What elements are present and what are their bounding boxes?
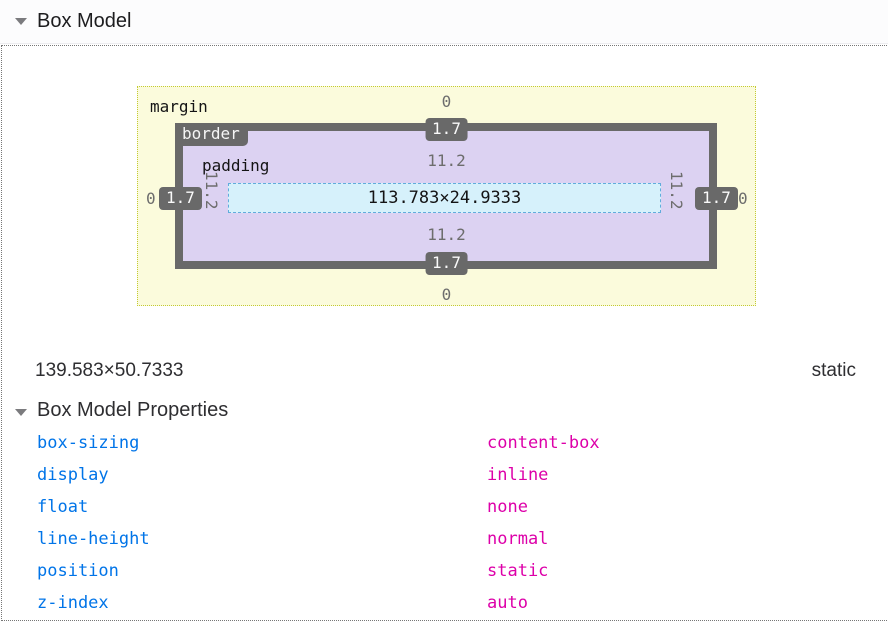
border-bottom-value[interactable]: 1.7 [425,252,468,275]
property-row: display inline [0,465,888,487]
padding-right-value[interactable]: 11.2 [666,171,686,210]
element-position: static [812,360,856,382]
property-value-display: inline [487,465,548,485]
content-box[interactable]: 113.783×24.9333 [228,183,661,213]
content-dimensions: 113.783×24.9333 [368,188,522,208]
property-value-box-sizing: content-box [487,433,600,453]
property-row: position static [0,561,888,583]
property-name-z-index[interactable]: z-index [37,593,109,613]
property-name-line-height[interactable]: line-height [37,529,150,549]
property-row: box-sizing content-box [0,433,888,455]
chevron-down-icon[interactable] [15,409,27,416]
border-right-value[interactable]: 1.7 [695,187,738,210]
property-value-position: static [487,561,548,581]
property-value-line-height: normal [487,529,548,549]
margin-bottom-value[interactable]: 0 [137,285,756,305]
element-dimensions: 139.583×50.7333 [35,360,183,382]
margin-top-value[interactable]: 0 [137,92,756,112]
property-name-position[interactable]: position [37,561,119,581]
property-row: line-height normal [0,529,888,551]
box-model-properties-header[interactable]: Box Model Properties [0,399,228,422]
border-left-value[interactable]: 1.7 [159,187,202,210]
box-model-properties-title: Box Model Properties [37,399,228,422]
chevron-down-icon[interactable] [15,18,27,25]
property-row: z-index auto [0,593,888,615]
margin-left-value[interactable]: 0 [146,189,156,209]
box-model-header[interactable]: Box Model [0,0,888,44]
property-name-display[interactable]: display [37,465,109,485]
property-name-box-sizing[interactable]: box-sizing [37,433,139,453]
padding-bottom-value[interactable]: 11.2 [137,225,756,245]
property-row: float none [0,497,888,519]
padding-top-value[interactable]: 11.2 [137,151,756,171]
border-label: border [175,123,248,146]
border-top-value[interactable]: 1.7 [425,118,468,141]
property-value-z-index: auto [487,593,528,613]
property-name-float[interactable]: float [37,497,88,517]
padding-left-value[interactable]: 11.2 [201,171,221,210]
margin-right-value[interactable]: 0 [738,189,748,209]
box-model-diagram: 113.783×24.9333 margin border padding 0 … [137,86,756,306]
box-model-title: Box Model [37,10,132,33]
property-value-float: none [487,497,528,517]
